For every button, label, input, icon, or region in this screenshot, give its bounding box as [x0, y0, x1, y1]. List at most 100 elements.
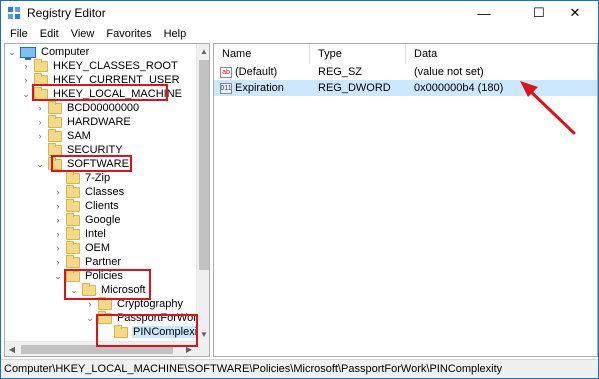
menu-help[interactable]: Help — [158, 28, 193, 40]
tree-item-hkey-classes-root[interactable]: › HKEY_CLASSES_ROOT — [21, 58, 179, 73]
folder-icon — [48, 142, 62, 156]
value-name-cell: 011 Expiration — [220, 80, 284, 96]
menu-bar: File Edit View Favorites Help — [1, 25, 598, 43]
tree-item-clients[interactable]: › Clients — [53, 198, 120, 213]
scroll-down-icon[interactable]: ▼ — [197, 327, 209, 341]
tree-item-label: HARDWARE — [67, 116, 131, 128]
scroll-left-icon[interactable]: ◀ — [5, 342, 19, 356]
tree-item-hkey-local-machine[interactable]: ⌄ HKEY_LOCAL_MACHINE — [21, 86, 183, 101]
close-button[interactable]: ✕ — [552, 1, 598, 25]
chevron-down-icon[interactable]: ⌄ — [85, 311, 95, 325]
tree-item-policies[interactable]: ⌄ Policies — [53, 268, 124, 283]
chevron-down-icon[interactable]: ⌄ — [7, 45, 17, 59]
tree-item-7zip[interactable]: 7-Zip — [53, 170, 111, 185]
tree-item-bcd[interactable]: › BCD00000000 — [35, 100, 140, 115]
tree-item-passportforwork[interactable]: ⌄ PassportForWork — [85, 310, 203, 325]
tree-item-label: Computer — [41, 46, 90, 58]
chevron-right-icon[interactable]: › — [35, 115, 45, 129]
folder-icon — [66, 184, 80, 198]
folder-icon — [114, 324, 128, 338]
minimize-button[interactable]: — — [461, 1, 507, 25]
computer-icon — [20, 46, 36, 60]
tree-item-label: Classes — [85, 186, 125, 198]
tree-item-software[interactable]: ⌄ SOFTWARE — [35, 156, 130, 171]
folder-icon — [66, 254, 80, 268]
folder-icon — [98, 310, 112, 324]
window-title: Registry Editor — [27, 6, 106, 20]
menu-edit[interactable]: Edit — [34, 28, 65, 40]
tree-item-label: Policies — [85, 270, 123, 282]
tree-item-google[interactable]: › Google — [53, 212, 121, 227]
title-bar: Registry Editor — ☐ ✕ — [1, 1, 598, 25]
chevron-right-icon[interactable]: › — [53, 255, 63, 269]
value-type: REG_DWORD — [318, 82, 391, 94]
column-header-name[interactable]: Name — [214, 44, 310, 64]
tree-item-pincomplexity[interactable]: PINComplexity — [101, 324, 207, 339]
scroll-up-icon[interactable]: ▲ — [197, 44, 209, 58]
chevron-down-icon[interactable]: ⌄ — [21, 87, 31, 101]
registry-icon — [8, 7, 20, 19]
tree-vertical-scrollbar[interactable]: ▲ ▼ — [196, 44, 209, 341]
folder-icon — [66, 226, 80, 240]
chevron-right-icon[interactable]: › — [53, 227, 63, 241]
tree-item-hardware[interactable]: › HARDWARE — [35, 114, 132, 129]
tree-item-microsoft[interactable]: ⌄ Microsoft — [69, 282, 147, 297]
tree-item-classes[interactable]: › Classes — [53, 184, 125, 199]
tree-item-label: SECURITY — [67, 144, 123, 156]
tree-twisty-empty — [35, 143, 45, 157]
chevron-down-icon[interactable]: ⌄ — [69, 283, 79, 297]
chevron-right-icon[interactable]: › — [21, 73, 31, 87]
tree-item-sam[interactable]: › SAM — [35, 128, 92, 143]
chevron-down-icon[interactable]: ⌄ — [53, 269, 63, 283]
chevron-right-icon[interactable]: › — [53, 185, 63, 199]
scrollbar-corner — [196, 341, 209, 356]
tree-item-label: 7-Zip — [85, 172, 111, 184]
value-name: Expiration — [235, 82, 284, 94]
chevron-right-icon[interactable]: › — [35, 101, 45, 115]
tree-item-computer[interactable]: ⌄ Computer — [7, 45, 90, 60]
folder-icon — [48, 156, 62, 170]
scrollbar-thumb[interactable] — [199, 60, 209, 270]
tree-horizontal-scrollbar[interactable]: ◀ ▶ — [5, 341, 196, 356]
scrollbar-thumb[interactable] — [21, 345, 173, 354]
chevron-right-icon[interactable]: › — [85, 297, 95, 311]
registry-tree[interactable]: ⌄ Computer › HKEY_CLASSES_ROOT › HKEY_CU… — [4, 43, 210, 357]
chevron-right-icon[interactable]: › — [21, 59, 31, 73]
tree-item-intel[interactable]: › Intel — [53, 226, 107, 241]
binary-value-icon: 011 — [220, 82, 232, 94]
menu-favorites[interactable]: Favorites — [100, 28, 157, 40]
column-header-data[interactable]: Data — [406, 44, 597, 64]
value-name: (Default) — [235, 66, 278, 78]
tree-item-cryptography[interactable]: › Cryptography — [85, 296, 184, 311]
menu-file[interactable]: File — [4, 28, 34, 40]
string-value-icon: ab — [220, 66, 232, 78]
folder-icon — [48, 100, 62, 114]
tree-item-partner[interactable]: › Partner — [53, 254, 122, 269]
tree-item-security[interactable]: SECURITY — [35, 142, 124, 157]
status-path: Computer\HKEY_LOCAL_MACHINE\SOFTWARE\Pol… — [4, 363, 503, 375]
tree-item-label: BCD00000000 — [67, 102, 140, 114]
chevron-right-icon[interactable]: › — [53, 213, 63, 227]
chevron-down-icon[interactable]: ⌄ — [35, 157, 45, 171]
menu-view[interactable]: View — [65, 28, 101, 40]
tree-twisty-empty — [101, 325, 111, 339]
status-bar: Computer\HKEY_LOCAL_MACHINE\SOFTWARE\Pol… — [1, 359, 598, 378]
chevron-right-icon[interactable]: › — [53, 241, 63, 255]
tree-item-oem[interactable]: › OEM — [53, 240, 111, 255]
folder-icon — [66, 268, 80, 282]
tree-twisty-empty — [53, 171, 63, 185]
chevron-right-icon[interactable]: › — [53, 199, 63, 213]
folder-icon — [48, 128, 62, 142]
folder-icon — [34, 86, 48, 100]
column-header-type[interactable]: Type — [310, 44, 406, 64]
chevron-right-icon[interactable]: › — [35, 129, 45, 143]
registry-editor-window: Registry Editor — ☐ ✕ File Edit View Fav… — [0, 0, 599, 379]
tree-item-label: Partner — [85, 256, 122, 268]
folder-icon — [66, 240, 80, 254]
folder-icon — [66, 198, 80, 212]
tree-item-label: Intel — [85, 228, 106, 240]
tree-item-label: PassportForWork — [117, 312, 203, 324]
folder-icon — [98, 296, 112, 310]
scroll-right-icon[interactable]: ▶ — [182, 342, 196, 356]
tree-item-hkey-current-user[interactable]: › HKEY_CURRENT_USER — [21, 72, 181, 87]
